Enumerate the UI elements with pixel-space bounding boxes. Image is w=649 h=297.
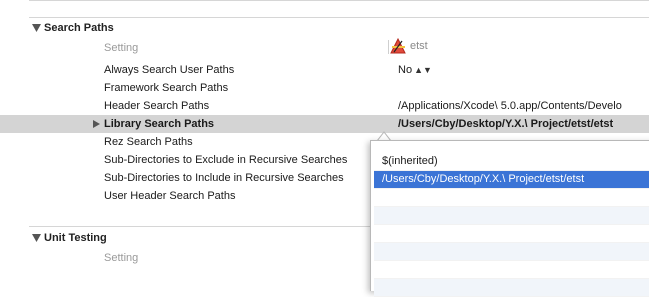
setting-name: Sub-Directories to Include in Recursive … — [104, 172, 344, 184]
setting-name: Framework Search Paths — [104, 82, 229, 94]
list-item-empty[interactable] — [374, 279, 649, 297]
popup-stepper-icon[interactable]: ▲▼ — [414, 65, 432, 75]
disclosure-triangle-down-icon[interactable] — [32, 24, 41, 32]
setting-row-always-search-user-paths[interactable]: Always Search User Paths No ▲▼ — [0, 61, 649, 79]
list-item-empty[interactable] — [374, 243, 649, 261]
setting-name: Header Search Paths — [104, 100, 210, 112]
section-header-search-paths[interactable]: Search Paths — [32, 20, 114, 36]
setting-row-library-search-paths[interactable]: Library Search Paths /Users/Cby/Desktop/… — [0, 115, 649, 133]
target-name: etst — [410, 40, 428, 52]
list-item-empty[interactable] — [374, 189, 649, 207]
setting-column-header: Setting — [104, 42, 139, 54]
setting-value[interactable]: /Applications/Xcode\ 5.0.app/Contents/De… — [398, 97, 622, 115]
setting-name: Sub-Directories to Exclude in Recursive … — [104, 154, 348, 166]
search-paths-popover[interactable]: $(inherited) /Users/Cby/Desktop/Y.X.\ Pr… — [370, 140, 649, 297]
setting-row-header-search-paths[interactable]: Header Search Paths /Applications/Xcode\… — [0, 97, 649, 115]
top-divider — [29, 0, 649, 1]
section-title: Search Paths — [44, 22, 114, 34]
list-item-selected[interactable]: /Users/Cby/Desktop/Y.X.\ Project/etst/et… — [374, 171, 649, 189]
app-target-icon — [390, 38, 406, 54]
setting-name: Library Search Paths — [104, 118, 215, 130]
setting-row-framework-search-paths[interactable]: Framework Search Paths — [0, 79, 649, 97]
section-divider — [29, 17, 649, 18]
setting-column-header: Setting — [104, 252, 139, 264]
list-item-empty[interactable] — [374, 207, 649, 225]
setting-value[interactable]: No ▲▼ — [398, 61, 432, 79]
list-item-empty[interactable] — [374, 225, 649, 243]
list-item-empty[interactable] — [374, 261, 649, 279]
setting-name: Always Search User Paths — [104, 64, 235, 76]
setting-name: Rez Search Paths — [104, 136, 193, 148]
column-separator — [388, 40, 389, 54]
disclosure-triangle-down-icon[interactable] — [32, 234, 41, 242]
setting-value-text: No — [398, 64, 413, 76]
setting-value[interactable]: /Users/Cby/Desktop/Y.X.\ Project/etst/et… — [398, 115, 613, 133]
list-item[interactable]: $(inherited) — [374, 153, 649, 171]
section-title: Unit Testing — [44, 232, 107, 244]
section-header-unit-testing[interactable]: Unit Testing — [32, 230, 107, 246]
disclosure-triangle-right-icon[interactable] — [93, 120, 100, 128]
target-column-header: etst — [388, 38, 428, 54]
setting-name: User Header Search Paths — [104, 190, 236, 202]
search-paths-list[interactable]: $(inherited) /Users/Cby/Desktop/Y.X.\ Pr… — [374, 153, 649, 297]
